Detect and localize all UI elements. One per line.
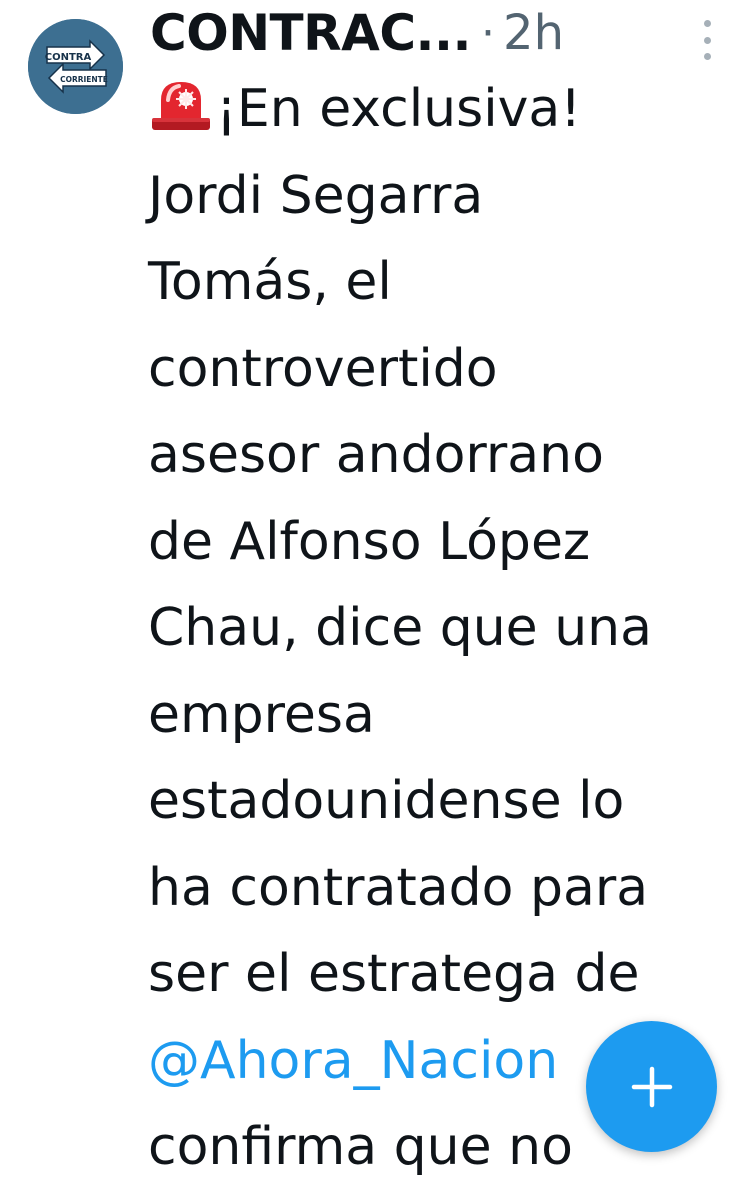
tweet-line-7: empresa (148, 684, 375, 745)
tweet-line-1: Jordi Segarra (148, 165, 484, 226)
plus-icon (631, 1066, 672, 1107)
tweet-line-5: de Alfonso López (148, 511, 591, 572)
tweet-line-3: controvertido (148, 338, 498, 399)
mention-link[interactable]: @Ahora_Nacion (148, 1031, 558, 1091)
separator-dot: · (481, 7, 496, 59)
tweet-line-9: ha contratado para (148, 857, 649, 918)
compose-button[interactable] (586, 1021, 717, 1152)
avatar-logo-text-bottom: CORRIENTE (60, 75, 108, 84)
avatar[interactable]: CONTRA CORRIENTE (28, 19, 123, 114)
tweet-line-2: Tomás, el (148, 252, 392, 312)
tweet-header: CONTRAC... · 2h (150, 2, 564, 64)
vertical-dots-icon[interactable] (696, 20, 718, 60)
avatar-logo-text-top: CONTRA (45, 52, 92, 63)
tweet-line-8: estadounidense lo (148, 771, 625, 831)
timestamp[interactable]: 2h (503, 5, 564, 61)
tweet-line-6: Chau, dice que una (148, 598, 652, 658)
police-siren-emoji-icon (152, 82, 210, 130)
author-name[interactable]: CONTRAC... (150, 4, 472, 62)
tweet-line: ¡En exclusiva! (148, 66, 738, 153)
tweet-line-4: asesor andorrano (148, 425, 604, 485)
tweet-line-0: ¡En exclusiva! (216, 79, 582, 139)
tweet-line-10: ser el estratega de (148, 944, 640, 1004)
contracorriente-logo-icon: CONTRA CORRIENTE (28, 19, 123, 114)
